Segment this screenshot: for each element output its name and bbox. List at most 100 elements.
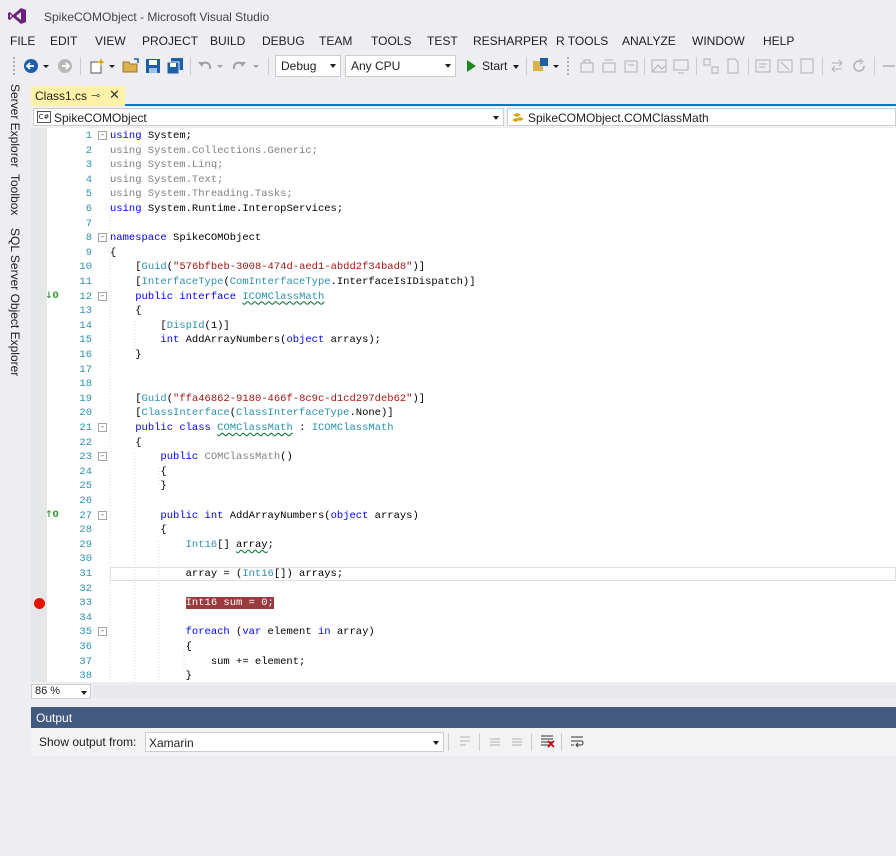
code-line[interactable]: 23- public COMClassMath() xyxy=(31,450,896,465)
collapse-region-icon[interactable]: - xyxy=(98,510,107,520)
menu-team[interactable]: TEAM xyxy=(319,34,352,48)
code-line[interactable]: 6 using System.Runtime.InteropServices; xyxy=(31,202,896,217)
previous-message-icon[interactable] xyxy=(487,733,503,749)
code-line[interactable]: ↓0 12- public interface ICOMClassMath xyxy=(31,290,896,305)
side-tab-server-explorer[interactable]: Server Explorer xyxy=(8,84,22,167)
code-line[interactable]: 20 [ClassInterface(ClassInterfaceType.No… xyxy=(31,406,896,421)
code-line[interactable]: 19 [Guid("ffa46862-9180-466f-8c9c-d1cd29… xyxy=(31,392,896,407)
open-file-icon[interactable] xyxy=(122,57,140,75)
next-message-icon[interactable] xyxy=(509,733,525,749)
code-line[interactable]: 24 { xyxy=(31,465,896,480)
output-text-area[interactable] xyxy=(31,756,896,856)
zoom-level-select[interactable]: 86 % xyxy=(31,684,91,699)
code-line[interactable]: 10 [Guid("576bfbeb-3008-474d-aed1-abdd2f… xyxy=(31,260,896,275)
find-dropdown-icon[interactable] xyxy=(552,57,560,75)
code-line[interactable]: 22 { xyxy=(31,436,896,451)
code-line[interactable]: 4 using System.Text; xyxy=(31,173,896,188)
code-line[interactable]: 16 } xyxy=(31,348,896,363)
code-line[interactable]: 35- foreach (var element in array) xyxy=(31,625,896,640)
menu-test[interactable]: TEST xyxy=(427,34,458,48)
refresh-icon[interactable] xyxy=(850,57,868,75)
code-line[interactable]: 29 Int16[] array; xyxy=(31,538,896,553)
code-line[interactable]: 26 xyxy=(31,494,896,509)
code-line[interactable]: 9{ xyxy=(31,246,896,261)
find-icon[interactable] xyxy=(532,57,550,75)
menu-view[interactable]: VIEW xyxy=(95,34,126,48)
swap-icon[interactable] xyxy=(828,57,846,75)
code-line[interactable]: 18 xyxy=(31,377,896,392)
horizontal-scrollbar[interactable] xyxy=(93,685,896,698)
code-editor[interactable]: 1- using System; 2 using System.Collections… xyxy=(31,128,896,682)
menu-window[interactable]: WINDOW xyxy=(692,34,745,48)
close-icon[interactable]: ✕ xyxy=(109,87,120,103)
collapse-region-icon[interactable]: - xyxy=(98,423,107,432)
code-line[interactable]: 37 sum += element; xyxy=(31,655,896,670)
code-line[interactable]: 7 xyxy=(31,217,896,232)
code-line[interactable]: 33 Int16 sum = 0; xyxy=(31,596,896,611)
rebuild-icon[interactable] xyxy=(600,57,618,75)
clear-all-icon[interactable] xyxy=(539,733,555,749)
menu-project[interactable]: PROJECT xyxy=(142,34,198,48)
breakpoint-icon[interactable] xyxy=(34,598,45,610)
menu-tools[interactable]: TOOLS xyxy=(371,34,411,48)
implementation-glyph-icon[interactable]: ↓0 xyxy=(45,291,59,301)
layout-icon[interactable] xyxy=(702,57,720,75)
comment-icon[interactable] xyxy=(754,57,772,75)
code-line[interactable]: 36 { xyxy=(31,640,896,655)
go-to-next-message-icon[interactable] xyxy=(457,733,473,749)
bookmark-icon[interactable] xyxy=(798,57,816,75)
output-source-select[interactable]: Xamarin xyxy=(145,732,444,752)
menu-help[interactable]: HELP xyxy=(763,34,794,48)
dash-icon[interactable] xyxy=(880,57,896,75)
code-line[interactable]: 17 xyxy=(31,363,896,378)
collapse-region-icon[interactable]: - xyxy=(98,627,107,637)
forward-icon[interactable] xyxy=(56,57,74,75)
code-line[interactable]: 15 int AddArrayNumbers(object arrays); xyxy=(31,333,896,348)
menu-debug[interactable]: DEBUG xyxy=(262,34,305,48)
code-line[interactable]: 11 [InterfaceType(ComInterfaceType.Inter… xyxy=(31,275,896,290)
new-project-icon[interactable] xyxy=(88,57,106,75)
solution-configuration-select[interactable]: Debug xyxy=(275,55,341,77)
pin-icon[interactable]: ⊸ xyxy=(91,89,100,102)
code-line[interactable]: 8- namespace SpikeCOMObject xyxy=(31,231,896,246)
collapse-region-icon[interactable]: - xyxy=(98,452,107,462)
code-line[interactable]: 3 using System.Linq; xyxy=(31,158,896,173)
solution-platform-select[interactable]: Any CPU xyxy=(345,55,456,77)
side-tab-toolbox[interactable]: Toolbox xyxy=(8,174,22,215)
clean-icon[interactable] xyxy=(622,57,640,75)
collapse-region-icon[interactable]: - xyxy=(98,233,107,243)
save-icon[interactable] xyxy=(144,57,162,75)
code-line[interactable]: 21- public class COMClassMath : ICOMClas… xyxy=(31,421,896,436)
code-line[interactable]: 14 [DispId(1)] xyxy=(31,319,896,334)
undo-dropdown-icon[interactable] xyxy=(216,57,224,75)
tab-class1-cs[interactable]: Class1.cs ⊸ ✕ xyxy=(31,86,125,106)
code-line[interactable]: 30 xyxy=(31,552,896,567)
code-line[interactable]: 13 { xyxy=(31,304,896,319)
build-icon[interactable] xyxy=(578,57,596,75)
screen-icon[interactable] xyxy=(672,57,690,75)
back-dropdown-icon[interactable] xyxy=(42,57,50,75)
menu-file[interactable]: FILE xyxy=(10,34,35,48)
menu-edit[interactable]: EDIT xyxy=(50,34,77,48)
image-icon[interactable] xyxy=(650,57,668,75)
menu-r-tools[interactable]: R TOOLS xyxy=(556,34,608,48)
redo-dropdown-icon[interactable] xyxy=(252,57,260,75)
uncomment-icon[interactable] xyxy=(776,57,794,75)
start-debugging-button[interactable]: Start xyxy=(462,55,524,77)
toolbar-grip[interactable] xyxy=(12,56,16,76)
collapse-region-icon[interactable]: - xyxy=(98,291,107,301)
redo-icon[interactable] xyxy=(230,57,248,75)
code-line[interactable]: 25 } xyxy=(31,479,896,494)
implementation-glyph-icon[interactable]: ↑0 xyxy=(45,510,59,520)
code-line[interactable]: 31 array = (Int16[]) arrays; xyxy=(31,567,896,582)
menu-build[interactable]: BUILD xyxy=(210,34,245,48)
side-tab-sql-server-object-explorer[interactable]: SQL Server Object Explorer xyxy=(8,228,22,376)
code-line[interactable]: 1- using System; xyxy=(31,129,896,144)
document-icon[interactable] xyxy=(724,57,742,75)
save-all-icon[interactable] xyxy=(166,57,184,75)
undo-icon[interactable] xyxy=(196,57,214,75)
toolbar-grip[interactable] xyxy=(566,56,570,76)
new-dropdown-icon[interactable] xyxy=(108,57,116,75)
menu-analyze[interactable]: ANALYZE xyxy=(622,34,676,48)
code-line[interactable]: 5 using System.Threading.Tasks; xyxy=(31,187,896,202)
